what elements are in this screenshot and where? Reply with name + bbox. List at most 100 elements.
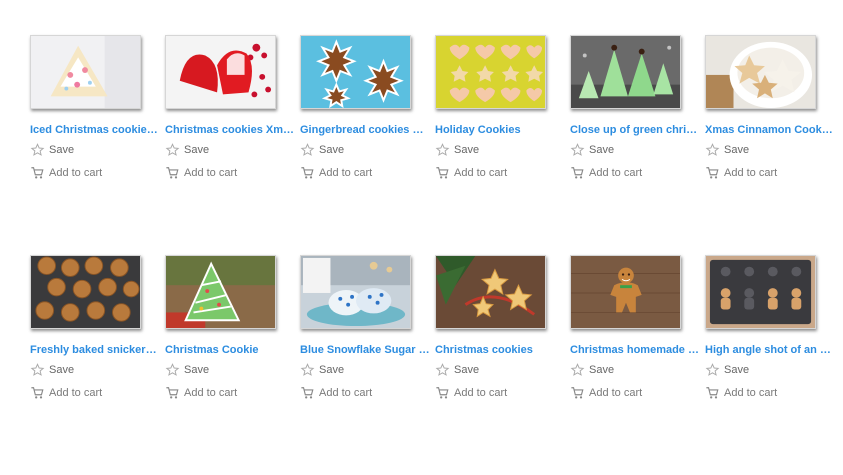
star-icon — [300, 363, 315, 376]
result-thumbnail[interactable] — [30, 255, 141, 329]
save-button[interactable]: Save — [705, 143, 840, 157]
result-thumbnail[interactable] — [570, 255, 681, 329]
save-button[interactable]: Save — [570, 143, 705, 157]
result-title[interactable]: High angle shot of an empty tray — [705, 344, 835, 356]
save-button[interactable]: Save — [30, 363, 165, 377]
save-label: Save — [454, 364, 480, 376]
result-card: Iced Christmas cookies on white Save Add… — [30, 35, 165, 255]
result-card: High angle shot of an empty tray Save Ad… — [705, 255, 840, 475]
result-thumbnail[interactable] — [435, 35, 546, 109]
star-icon — [30, 143, 45, 156]
result-thumbnail[interactable] — [705, 35, 816, 109]
result-thumbnail[interactable] — [570, 35, 681, 109]
result-card: Gingerbread cookies with snowflakes Save… — [300, 35, 435, 255]
result-card: Xmas Cinnamon Cookies Save Add to cart — [705, 35, 840, 255]
cart-label: Add to cart — [454, 167, 508, 179]
result-title[interactable]: Christmas cookies — [435, 344, 565, 356]
cart-icon — [706, 387, 719, 399]
add-to-cart-button[interactable]: Add to cart — [30, 166, 165, 180]
result-thumbnail[interactable] — [300, 255, 411, 329]
star-icon — [30, 363, 45, 376]
save-button[interactable]: Save — [435, 363, 570, 377]
cart-label: Add to cart — [724, 167, 778, 179]
save-label: Save — [589, 364, 615, 376]
add-to-cart-button[interactable]: Add to cart — [705, 386, 840, 400]
result-card: Close up of green christmas trees Save A… — [570, 35, 705, 255]
result-thumbnail[interactable] — [165, 255, 276, 329]
save-label: Save — [724, 364, 750, 376]
result-title[interactable]: Gingerbread cookies with snowflakes — [300, 124, 430, 136]
result-title[interactable]: Iced Christmas cookies on white — [30, 124, 160, 136]
add-to-cart-button[interactable]: Add to cart — [165, 166, 300, 180]
results-row: Iced Christmas cookies on white Save Add… — [30, 35, 840, 255]
cart-icon — [31, 387, 44, 399]
cart-label: Add to cart — [319, 387, 373, 399]
results-row: Freshly baked snickerdoodles Save Add to… — [30, 255, 840, 475]
result-title[interactable]: Xmas Cinnamon Cookies — [705, 124, 835, 136]
result-title[interactable]: Holiday Cookies — [435, 124, 565, 136]
cart-icon — [31, 167, 44, 179]
cart-label: Add to cart — [589, 387, 643, 399]
result-thumbnail[interactable] — [165, 35, 276, 109]
add-to-cart-button[interactable]: Add to cart — [705, 166, 840, 180]
save-button[interactable]: Save — [30, 143, 165, 157]
result-card: Holiday Cookies Save Add to cart — [435, 35, 570, 255]
add-to-cart-button[interactable]: Add to cart — [300, 386, 435, 400]
save-button[interactable]: Save — [300, 363, 435, 377]
result-thumbnail[interactable] — [435, 255, 546, 329]
star-icon — [570, 363, 585, 376]
results-grid: Iced Christmas cookies on white Save Add… — [30, 35, 840, 475]
result-card: Freshly baked snickerdoodles Save Add to… — [30, 255, 165, 475]
star-icon — [705, 143, 720, 156]
result-title[interactable]: Blue Snowflake Sugar Cookies — [300, 344, 430, 356]
cart-icon — [571, 167, 584, 179]
result-card: Blue Snowflake Sugar Cookies Save Add to… — [300, 255, 435, 475]
result-title[interactable]: Close up of green christmas trees — [570, 124, 700, 136]
save-button[interactable]: Save — [705, 363, 840, 377]
cart-label: Add to cart — [184, 167, 238, 179]
add-to-cart-button[interactable]: Add to cart — [570, 166, 705, 180]
result-card: Christmas cookies Save Add to cart — [435, 255, 570, 475]
save-button[interactable]: Save — [570, 363, 705, 377]
star-icon — [705, 363, 720, 376]
add-to-cart-button[interactable]: Add to cart — [435, 386, 570, 400]
add-to-cart-button[interactable]: Add to cart — [570, 386, 705, 400]
save-label: Save — [589, 144, 615, 156]
star-icon — [435, 143, 450, 156]
star-icon — [165, 143, 180, 156]
result-card: Christmas homemade gingerbread Save Add … — [570, 255, 705, 475]
add-to-cart-button[interactable]: Add to cart — [435, 166, 570, 180]
save-label: Save — [319, 144, 345, 156]
save-button[interactable]: Save — [435, 143, 570, 157]
cart-icon — [301, 167, 314, 179]
result-title[interactable]: Christmas cookies Xmas — [165, 124, 295, 136]
cart-label: Add to cart — [49, 387, 103, 399]
star-icon — [165, 363, 180, 376]
save-button[interactable]: Save — [165, 143, 300, 157]
cart-label: Add to cart — [724, 387, 778, 399]
cart-label: Add to cart — [589, 167, 643, 179]
save-button[interactable]: Save — [300, 143, 435, 157]
cart-label: Add to cart — [454, 387, 508, 399]
cart-icon — [166, 387, 179, 399]
save-button[interactable]: Save — [165, 363, 300, 377]
result-thumbnail[interactable] — [30, 35, 141, 109]
cart-label: Add to cart — [319, 167, 373, 179]
result-thumbnail[interactable] — [705, 255, 816, 329]
save-label: Save — [49, 364, 75, 376]
cart-label: Add to cart — [49, 167, 103, 179]
save-label: Save — [724, 144, 750, 156]
star-icon — [570, 143, 585, 156]
result-title[interactable]: Christmas homemade gingerbread — [570, 344, 700, 356]
cart-icon — [166, 167, 179, 179]
cart-label: Add to cart — [184, 387, 238, 399]
add-to-cart-button[interactable]: Add to cart — [165, 386, 300, 400]
result-thumbnail[interactable] — [300, 35, 411, 109]
add-to-cart-button[interactable]: Add to cart — [300, 166, 435, 180]
result-title[interactable]: Freshly baked snickerdoodles — [30, 344, 160, 356]
result-title[interactable]: Christmas Cookie — [165, 344, 295, 356]
cart-icon — [436, 167, 449, 179]
result-card: Christmas Cookie Save Add to cart — [165, 255, 300, 475]
add-to-cart-button[interactable]: Add to cart — [30, 386, 165, 400]
cart-icon — [301, 387, 314, 399]
